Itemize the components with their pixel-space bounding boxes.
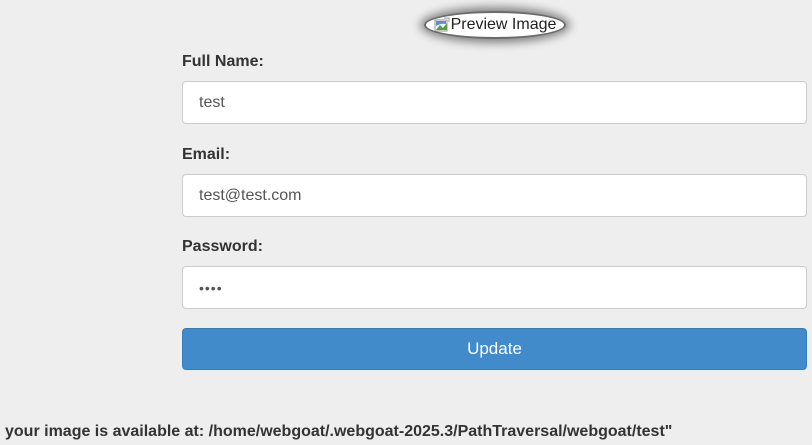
update-button[interactable]: Update	[182, 328, 807, 370]
status-message: your image is available at: /home/webgoa…	[5, 423, 673, 440]
email-input[interactable]	[182, 174, 807, 217]
full-name-input[interactable]	[182, 81, 807, 124]
email-label: Email:	[182, 146, 231, 163]
password-label: Password:	[182, 238, 263, 255]
password-input[interactable]	[182, 266, 807, 309]
page: Preview Image Full Name: Email: Password…	[0, 0, 812, 445]
preview-image-alt-text: Preview Image	[450, 16, 557, 33]
full-name-label: Full Name:	[182, 53, 264, 70]
broken-image-icon	[434, 17, 450, 33]
preview-image[interactable]: Preview Image	[424, 11, 566, 39]
